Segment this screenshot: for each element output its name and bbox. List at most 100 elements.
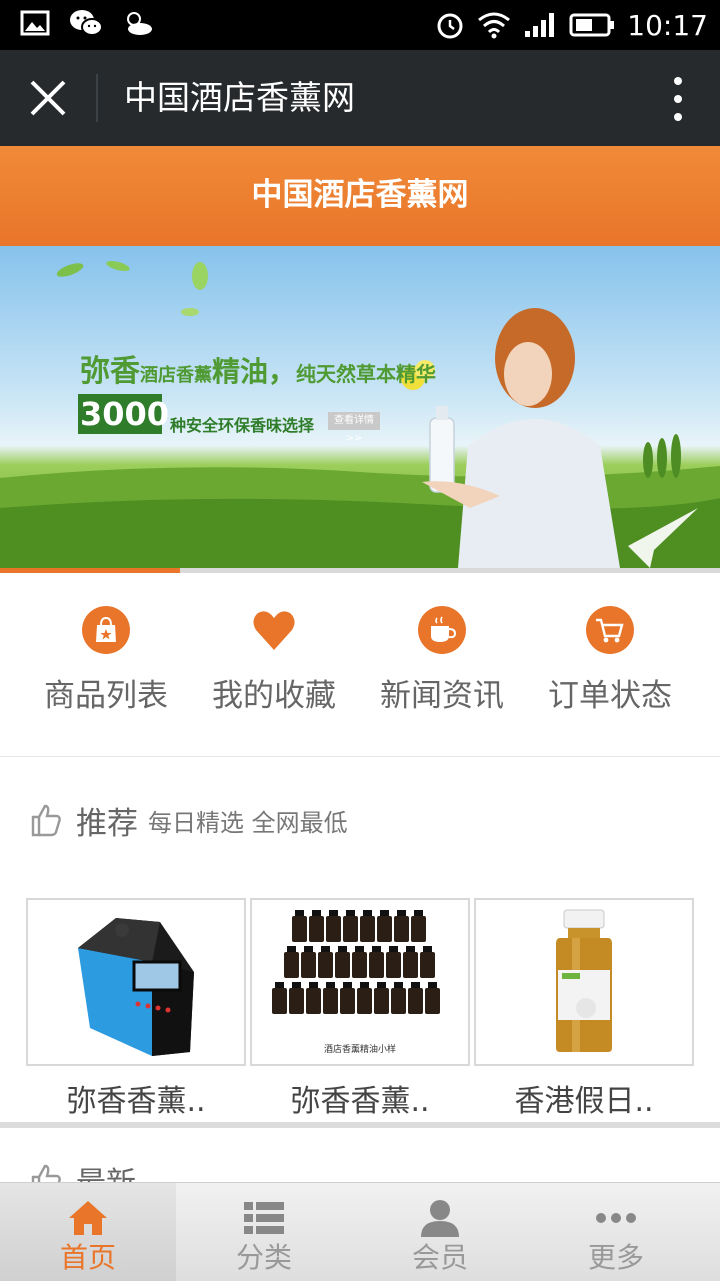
bottle-cap xyxy=(309,982,318,988)
oil-sample-bottle xyxy=(420,952,435,978)
product-image xyxy=(474,898,694,1066)
user-icon xyxy=(421,1200,459,1237)
oil-sample-bottle xyxy=(284,952,299,978)
bottle-cap xyxy=(287,946,296,952)
banner-count: 3000 xyxy=(80,395,170,433)
nav-category[interactable]: 分类 xyxy=(176,1183,352,1281)
oil-sample-bottle xyxy=(394,916,409,942)
recommend-subtitle: 每日精选 全网最低 xyxy=(148,808,348,837)
oil-sample-bottle xyxy=(357,988,372,1014)
product-card[interactable]: 香港假日.. xyxy=(474,898,694,1120)
close-icon xyxy=(30,80,66,116)
product-image xyxy=(26,898,246,1066)
product-image: 酒店香薰精油小样 xyxy=(250,898,470,1066)
nav-label: 更多 xyxy=(587,1241,644,1274)
recommend-title: 推荐 xyxy=(76,805,138,842)
oil-sample-bottle xyxy=(369,952,384,978)
banner-detail-button[interactable]: 查看详情 >> xyxy=(328,412,380,444)
kebab-menu-icon xyxy=(674,77,682,121)
thumbs-up-icon xyxy=(31,804,61,837)
oil-sample-bottle xyxy=(352,952,367,978)
oil-sample-bottle xyxy=(272,988,287,1014)
bottle-cap xyxy=(389,946,398,952)
carousel-progress-fill xyxy=(0,568,180,573)
menu-label: 商品列表 xyxy=(44,678,168,714)
product-name: 香港假日.. xyxy=(514,1084,654,1119)
coffee-cup-icon xyxy=(418,606,466,654)
oil-sample-bottle xyxy=(403,952,418,978)
nav-home[interactable]: 首页 xyxy=(0,1183,176,1281)
more-dots-icon xyxy=(596,1213,636,1223)
bottle-cap xyxy=(406,946,415,952)
wechat-icon xyxy=(70,10,103,36)
bottle-cap xyxy=(329,910,338,916)
bottle-cap xyxy=(394,982,403,988)
oil-sample-bottle xyxy=(289,988,304,1014)
clock-time: 10:17 xyxy=(627,8,708,42)
banner-count-text: 种安全环保香味选择 xyxy=(170,416,315,435)
browser-title-bar: 中国酒店香薰网 xyxy=(0,50,720,146)
menu-favorites[interactable]: 我的收藏 xyxy=(190,606,358,715)
browser-title: 中国酒店香薰网 xyxy=(124,78,355,117)
oil-sample-bottle xyxy=(301,952,316,978)
oil-bottle-image xyxy=(556,909,612,1052)
home-icon xyxy=(69,1201,107,1235)
oil-sample-bottle xyxy=(343,916,358,942)
bottle-cap xyxy=(304,946,313,952)
carousel-progress xyxy=(0,568,720,573)
product-card[interactable]: 弥香香薰.. xyxy=(26,898,246,1120)
wifi-icon xyxy=(478,12,511,39)
bottle-cap xyxy=(275,982,284,988)
list-icon xyxy=(244,1202,284,1234)
nav-member[interactable]: 会员 xyxy=(352,1183,528,1281)
oil-sample-bottle xyxy=(306,988,321,1014)
bottle-cap xyxy=(411,982,420,988)
alarm-icon xyxy=(437,13,463,39)
banner-headline: 弥香酒店香薰精油，纯天然草本精华 xyxy=(80,354,437,389)
bottle-cap xyxy=(321,946,330,952)
bottle-cap xyxy=(346,910,355,916)
recommend-header: 推荐 每日精选 全网最低 xyxy=(30,790,348,850)
heart-icon xyxy=(253,611,295,650)
oil-sample-bottle xyxy=(408,988,423,1014)
product-name: 弥香香薰.. xyxy=(66,1084,206,1119)
quick-menu: 商品列表 我的收藏 新闻资讯 订单状态 xyxy=(0,574,720,757)
oil-sample-bottle xyxy=(340,988,355,1014)
product-image-caption: 酒店香薰精油小样 xyxy=(323,1045,396,1055)
status-bar: 10:17 xyxy=(0,0,720,50)
bottle-cap xyxy=(355,946,364,952)
oil-sample-bottle xyxy=(335,952,350,978)
battery-icon xyxy=(569,13,615,37)
bottle-cap xyxy=(414,910,423,916)
oil-sample-bottle xyxy=(411,916,426,942)
oil-sample-bottle xyxy=(374,988,389,1014)
more-options-button[interactable] xyxy=(666,74,690,124)
close-button[interactable] xyxy=(20,74,76,122)
menu-news[interactable]: 新闻资讯 xyxy=(358,606,526,715)
cart-icon xyxy=(586,606,634,654)
essential-oil-samples-image xyxy=(272,910,440,1014)
menu-label: 订单状态 xyxy=(548,678,672,714)
bottle-cap xyxy=(372,946,381,952)
product-name: 弥香香薰.. xyxy=(290,1084,430,1119)
menu-product-list[interactable]: 商品列表 xyxy=(22,606,190,715)
bottle-cap xyxy=(338,946,347,952)
oil-sample-bottle xyxy=(386,952,401,978)
site-title: 中国酒店香薰网 xyxy=(251,177,469,213)
oil-sample-bottle xyxy=(377,916,392,942)
banner-carousel[interactable]: 弥香酒店香薰精油，纯天然草本精华 3000 种安全环保香味选择 查看详情 >> xyxy=(0,246,720,568)
bottle-cap xyxy=(343,982,352,988)
oil-sample-bottle xyxy=(391,988,406,1014)
bottle-cap xyxy=(312,910,321,916)
nav-label: 分类 xyxy=(235,1241,292,1274)
nav-more[interactable]: 更多 xyxy=(528,1183,704,1281)
oil-sample-bottle xyxy=(326,916,341,942)
section-divider xyxy=(0,1122,720,1128)
recommend-product-list: 弥香香薰.. 酒店香薰精油小样 弥香香薰.. 香港假日.. xyxy=(26,898,696,1120)
product-card[interactable]: 酒店香薰精油小样 弥香香薰.. xyxy=(250,898,470,1120)
bottle-cap xyxy=(377,982,386,988)
menu-order-status[interactable]: 订单状态 xyxy=(526,606,694,715)
bottle-cap xyxy=(295,910,304,916)
gallery-icon xyxy=(20,10,50,36)
bottle-cap xyxy=(326,982,335,988)
